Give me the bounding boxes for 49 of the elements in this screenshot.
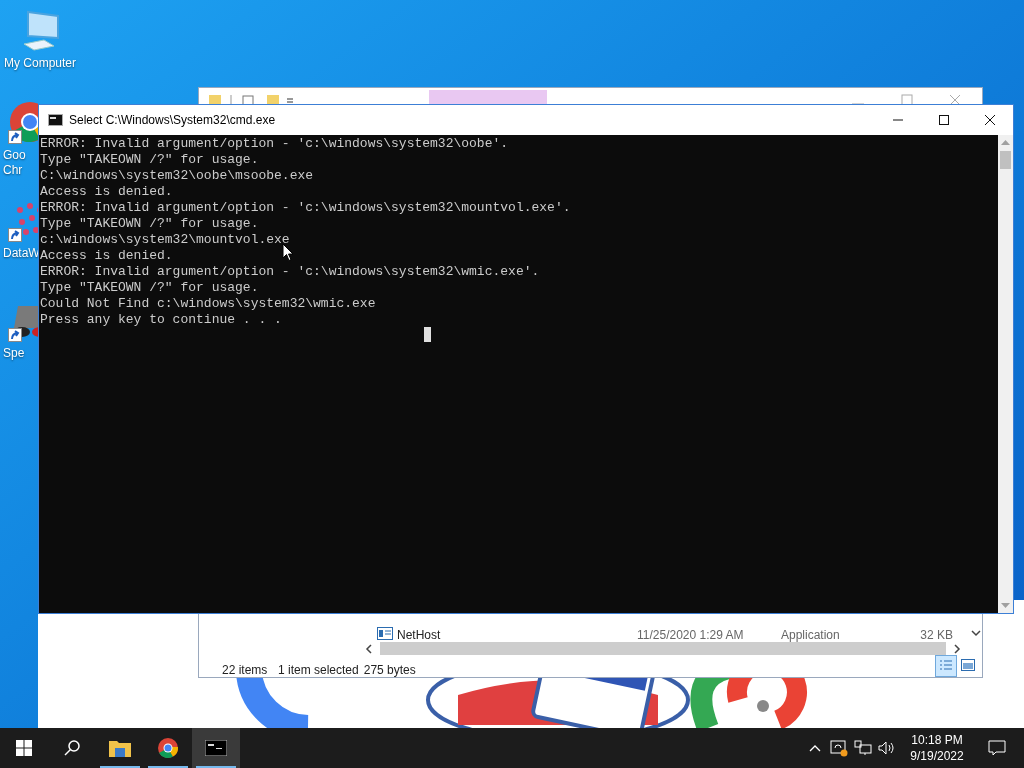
taskbar-button[interactable] — [192, 728, 240, 768]
console-line: ERROR: Invalid argument/option - 'c:\windows\system32\oobe'. — [40, 136, 509, 152]
desktop-icon-label[interactable]: My Computer — [4, 56, 76, 71]
notifications-icon[interactable] — [988, 740, 1006, 756]
file-type: Application — [781, 627, 840, 644]
thumbnail-view-icon[interactable] — [961, 659, 975, 671]
text-cursor — [424, 327, 431, 342]
console-line: ERROR: Invalid argument/option - 'c:\windows\system32\wmic.exe'. — [40, 264, 540, 280]
file-date: 11/25/2020 1:29 AM — [637, 627, 744, 644]
window-title: Select C:\Windows\System32\cmd.exe — [69, 112, 276, 129]
network-icon[interactable] — [854, 740, 872, 756]
chrome-icon — [157, 737, 179, 759]
maximize-icon[interactable] — [939, 115, 949, 125]
shortcut-arrow-icon — [8, 328, 22, 342]
console-line: Access is denied. — [40, 184, 173, 200]
desktop-icon-label[interactable]: Spe — [0, 346, 25, 361]
console-line: Type "TAKEOWN /?" for usage. — [40, 152, 259, 168]
console-line: c:\windows\system32\mountvol.exe — [40, 232, 290, 248]
console-line: Could Not Find c:\windows\system32\wmic.exe — [40, 296, 376, 312]
shortcut-arrow-icon — [8, 130, 22, 144]
console-line: Type "TAKEOWN /?" for usage. — [40, 216, 259, 232]
folder-icon — [109, 739, 131, 757]
console-line: ERROR: Invalid argument/option - 'c:\windows\system32\mountvol.exe'. — [40, 200, 571, 216]
search-icon — [64, 740, 80, 756]
console-line: Type "TAKEOWN /?" for usage. — [40, 280, 259, 296]
clock-date[interactable]: 9/19/2022 — [910, 748, 964, 764]
console-line: C:\windows\system32\oobe\msoobe.exe — [40, 168, 314, 184]
console-icon — [48, 114, 63, 126]
vertical-scrollbar[interactable] — [998, 135, 1013, 613]
close-icon[interactable] — [985, 115, 995, 125]
console-line: Press any key to continue . . . — [40, 312, 282, 328]
show-hidden-icons-icon[interactable] — [809, 744, 821, 752]
monitor-badge-icon[interactable] — [830, 739, 848, 757]
status-text: 1 item selected — [278, 662, 359, 679]
start-icon — [16, 740, 32, 756]
dots-drawing — [17, 203, 38, 235]
clock-time[interactable]: 10:18 PM — [911, 732, 963, 748]
file-name[interactable]: NetHost — [397, 626, 441, 644]
shortcut-arrow-icon — [8, 228, 22, 242]
application-icon — [377, 627, 393, 640]
desktop-icon-label[interactable]: Goo Chr — [0, 148, 26, 178]
console-line: Access is denied. — [40, 248, 173, 264]
status-text: 22 items — [222, 662, 269, 679]
volume-icon[interactable] — [878, 740, 896, 756]
scrollbar-thumb[interactable] — [380, 642, 946, 655]
console-icon — [205, 740, 227, 756]
scrollbar-thumb[interactable] — [1000, 151, 1011, 169]
file-size: 32 KB — [920, 627, 953, 644]
status-text: 275 bytes — [363, 662, 416, 679]
